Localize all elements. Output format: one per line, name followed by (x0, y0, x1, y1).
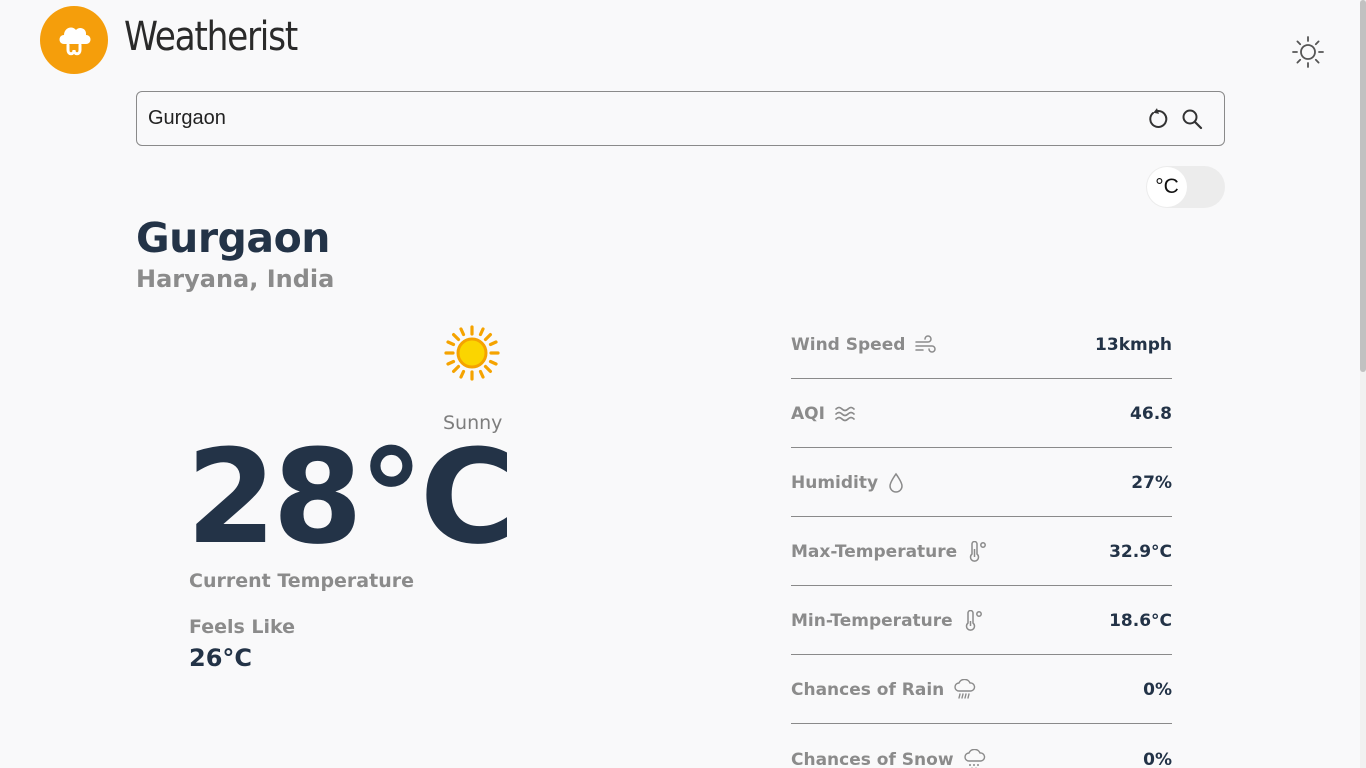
detail-label: Wind Speed (791, 335, 906, 355)
wind-icon (915, 335, 937, 353)
detail-row-chances-of-snow: Chances of Snow 0% (791, 724, 1172, 768)
reset-button[interactable] (1142, 103, 1174, 135)
detail-value: 18.6°C (1109, 611, 1172, 631)
sun-outline-icon (1292, 36, 1324, 68)
detail-label: Chances of Snow (791, 749, 954, 768)
page-scrollbar[interactable] (1360, 0, 1366, 768)
detail-row-min-temperature: Min-Temperature 18.6°C (791, 586, 1172, 655)
app-logo[interactable] (40, 6, 108, 74)
waves-icon (835, 406, 855, 422)
detail-label: AQI (791, 404, 825, 424)
rain-cloud-icon (954, 679, 976, 699)
thermometer-icon (965, 610, 982, 631)
detail-label: Max-Temperature (791, 542, 958, 562)
detail-row-aqi: AQI 46.8 (791, 379, 1172, 448)
unit-toggle[interactable]: °C (1146, 166, 1225, 208)
detail-value: 32.9°C (1109, 542, 1172, 562)
detail-label: Chances of Rain (791, 680, 945, 700)
search-box (136, 91, 1225, 146)
detail-label: Humidity (791, 473, 879, 493)
sun-icon (444, 325, 500, 381)
search-input[interactable] (137, 92, 1142, 145)
app-title: Weatherist (124, 14, 298, 60)
weather-details-list: Wind Speed 13kmph AQI 46.8 Humidity 27% … (791, 310, 1172, 768)
city-name: Gurgaon (136, 214, 330, 262)
snow-cloud-icon (963, 748, 985, 768)
detail-row-max-temperature: Max-Temperature 32.9°C (791, 517, 1172, 586)
detail-value: 46.8 (1130, 404, 1172, 424)
unit-toggle-knob: °C (1147, 167, 1187, 207)
detail-value: 0% (1143, 680, 1172, 700)
region-name: Haryana, India (136, 265, 335, 293)
cloud-logo-icon (59, 27, 91, 56)
current-temperature: 28°C (186, 421, 515, 573)
thermometer-icon (969, 541, 987, 562)
detail-row-humidity: Humidity 27% (791, 448, 1172, 517)
refresh-icon (1149, 107, 1168, 128)
search-button[interactable] (1176, 103, 1208, 135)
detail-value: 13kmph (1095, 335, 1172, 355)
feels-like-label: Feels Like (189, 616, 296, 638)
detail-row-wind-speed: Wind Speed 13kmph (791, 310, 1172, 379)
theme-toggle-button[interactable] (1290, 34, 1326, 70)
droplet-icon (889, 472, 903, 493)
detail-value: 0% (1143, 749, 1172, 768)
detail-value: 27% (1131, 473, 1172, 493)
scrollbar-thumb[interactable] (1360, 0, 1366, 372)
detail-label: Min-Temperature (791, 611, 953, 631)
detail-row-chances-of-rain: Chances of Rain 0% (791, 655, 1172, 724)
search-icon (1182, 109, 1203, 129)
current-temperature-label: Current Temperature (189, 570, 414, 592)
feels-like-value: 26°C (189, 644, 253, 672)
